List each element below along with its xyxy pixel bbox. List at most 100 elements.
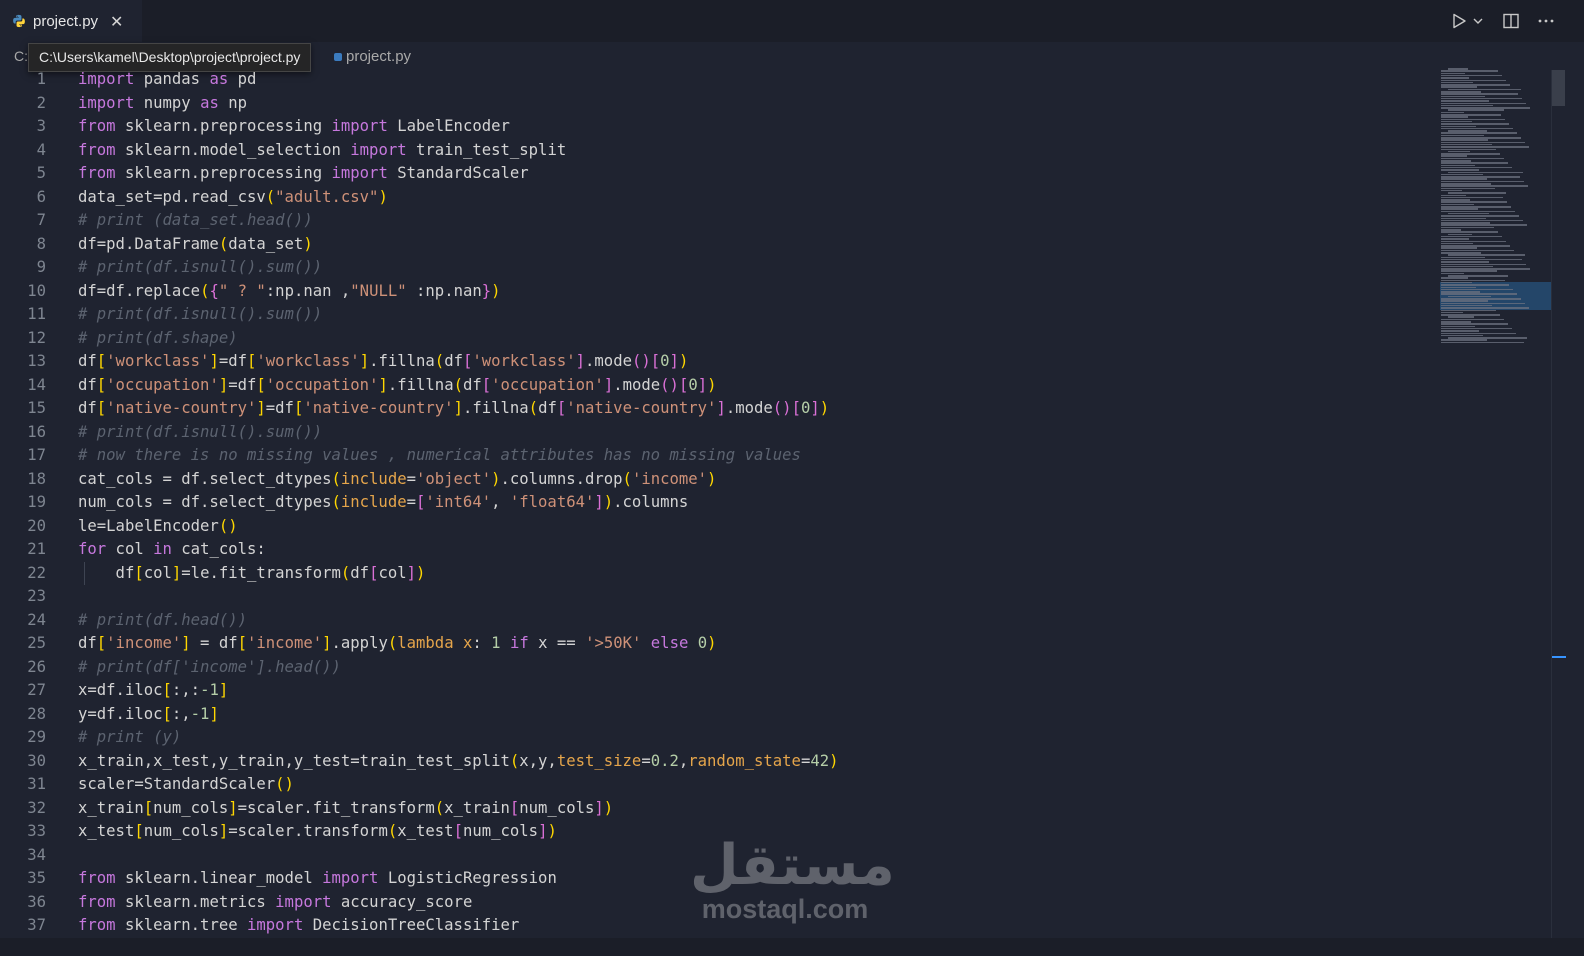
code-line[interactable]: 21 for col in cat_cols: [0,538,1440,562]
code-text: from sklearn.preprocessing import Standa… [78,162,529,186]
code-line[interactable]: 5 from sklearn.preprocessing import Stand… [0,162,1440,186]
code-line[interactable]: 19 num_cols = df.select_dtypes(include=['… [0,491,1440,515]
code-token: from [78,892,116,911]
code-token: include [340,469,407,488]
code-token: df [444,352,463,370]
code-text: # print(df.isnull().sum()) [78,256,322,280]
code-line[interactable]: 9 # print(df.isnull().sum()) [0,256,1440,280]
code-line[interactable]: 24 # print(df.head()) [0,609,1440,633]
code-line[interactable]: 29 # print (y) [0,726,1440,750]
code-token: # print(df['income'].head()) [78,657,341,676]
code-token: ( [622,469,632,488]
code-token: : [472,634,492,652]
code-line[interactable]: 18 cat_cols = df.select_dtypes(include='o… [0,468,1440,492]
code-line[interactable]: 3 from sklearn.preprocessing import Label… [0,115,1440,139]
code-token: 'float64' [509,493,595,511]
code-token: ] [228,798,238,817]
code-token: import [78,93,135,112]
code-token: num_cols = df.select_dtypes [78,493,332,511]
code-token: num_cols [462,822,539,840]
code-line[interactable]: 4 from sklearn.model_selection import tra… [0,139,1440,163]
code-token: ] [209,352,219,370]
code-token: import [331,117,388,135]
code-line[interactable]: 1 import pandas as pd [0,70,1440,92]
code-line[interactable]: 30 x_train,x_test,y_train,y_test=train_te… [0,750,1440,774]
code-line[interactable]: 14 df['occupation']=df['occupation'].fill… [0,374,1440,398]
code-token: ] [359,352,370,370]
code-line[interactable]: 15 df['native-country']=df['native-countr… [0,397,1440,421]
code-token: x_train,x_test,y_train,y_test=train_test… [78,751,510,770]
code-token: 0 [660,352,670,370]
code-token: # print(df.isnull().sum()) [78,422,323,441]
code-line[interactable]: 16 # print(df.isnull().sum()) [0,421,1440,445]
code-text: from sklearn.preprocessing import LabelE… [78,115,510,139]
minimap[interactable] [1440,62,1552,362]
code-line[interactable]: 17 # now there is no missing values , num… [0,444,1440,468]
vertical-scrollbar[interactable] [1551,70,1566,938]
code-text: # print (data_set.head()) [78,209,313,233]
breadcrumb-file[interactable]: project.py [334,48,411,65]
chevron-down-icon[interactable] [1472,12,1484,30]
code-text: import pandas as pd [78,70,256,92]
code-line[interactable]: 13 df['workclass']=df['workclass'].fillna… [0,350,1440,374]
code-line[interactable]: 28 y=df.iloc[:,-1] [0,703,1440,727]
scrollbar-thumb[interactable] [1552,70,1565,106]
line-number: 4 [36,140,46,159]
code-token: :np.nan , [265,281,351,300]
code-line[interactable]: 2 import numpy as np [0,92,1440,116]
code-line[interactable]: 12 # print(df.shape) [0,327,1440,351]
code-token: x_test [397,822,454,840]
code-line[interactable]: 22 df[col]=le.fit_transform(df[col]) [0,561,1440,585]
code-line[interactable]: 25 df['income'] = df['income'].apply(lamb… [0,632,1440,656]
line-number: 29 [27,728,46,746]
code-token: [ [462,352,473,370]
code-line[interactable]: 31 scaler=StandardScaler() [0,773,1440,797]
code-line[interactable]: 6 data_set=pd.read_csv("adult.csv") [0,186,1440,210]
code-token: import [275,892,332,911]
tab-label: project.py [33,12,99,30]
code-line[interactable]: 10 df=df.replace({" ? ":np.nan ,"NULL" :n… [0,280,1440,304]
editor-tab-project-py[interactable]: project.py ✕ [0,0,142,42]
code-token: 'income' [631,469,708,488]
code-token: df [78,375,97,394]
code-line[interactable]: 11 # print(df.isnull().sum()) [0,303,1440,327]
code-text: scaler=StandardScaler() [78,773,294,797]
code-line[interactable]: 8 df=pd.DataFrame(data_set) [0,233,1440,257]
code-editor[interactable]: 1 import pandas as pd 2 import numpy as np 3… [0,70,1440,938]
path-tooltip: C:\Users\kamel\Desktop\project\project.p… [28,43,312,72]
code-token: 1 [491,634,501,652]
code-token: ( [434,352,445,370]
code-line[interactable]: 7 # print (data_set.head()) [0,209,1440,233]
code-token: train_test_split [406,140,567,159]
code-line[interactable]: 20 le=LabelEncoder() [0,515,1440,539]
split-editor-icon[interactable] [1502,12,1520,30]
code-token: ] [218,681,229,699]
more-icon[interactable] [1536,12,1556,30]
code-token: ] [697,375,708,394]
code-token: import [78,70,135,88]
code-line[interactable]: 27 x=df.iloc[:,:-1] [0,679,1440,703]
code-line[interactable]: 23 [0,585,1440,609]
code-token: x=df.iloc [78,681,163,699]
code-token: ] [669,352,679,370]
code-token: if [509,634,529,652]
code-token: y=df.iloc [78,704,163,723]
code-token: 'occupation' [491,375,604,394]
run-icon[interactable] [1450,12,1468,30]
code-token: [ [256,375,266,394]
code-text: from sklearn.linear_model import Logisti… [78,867,557,891]
code-token: ( [509,751,520,770]
code-text: for col in cat_cols: [78,538,266,562]
code-line[interactable]: 26 # print(df['income'].head()) [0,656,1440,680]
close-tab-icon[interactable]: ✕ [110,12,123,31]
breadcrumb-drive[interactable]: C: [14,48,28,64]
code-token: , [491,493,510,511]
code-line[interactable]: 32 x_train[num_cols]=scaler.fit_transform… [0,797,1440,821]
code-token: [ [237,634,248,652]
code-token: num_cols [519,798,595,817]
code-token: DecisionTreeClassifier [303,916,520,934]
minimap-line [1441,341,1524,344]
code-token: } [481,281,492,300]
code-token: = [406,469,416,488]
